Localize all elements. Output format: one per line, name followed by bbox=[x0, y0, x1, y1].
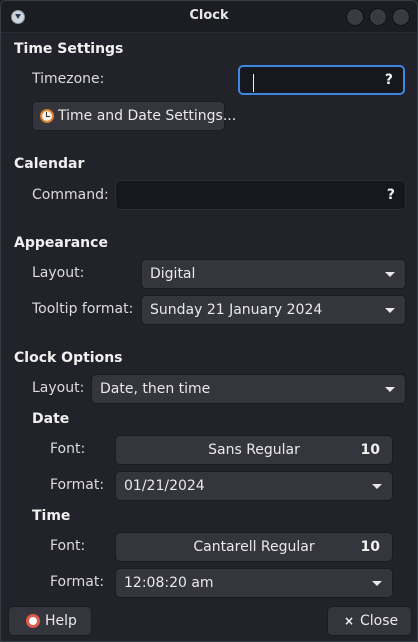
tooltip-format-label: Tooltip format: bbox=[32, 301, 134, 317]
close-button-label: Close bbox=[360, 613, 399, 629]
command-input[interactable]: ? bbox=[115, 180, 406, 210]
clock-options-heading: Clock Options bbox=[14, 350, 123, 366]
chevron-down-icon bbox=[385, 387, 395, 392]
text-caret bbox=[253, 74, 254, 92]
help-button-label: Help bbox=[45, 613, 77, 629]
help-lifebuoy-icon bbox=[26, 614, 40, 628]
clock-properties-dialog: Clock Time Settings Timezone: ? Time and… bbox=[0, 0, 418, 642]
chevron-down-icon bbox=[385, 308, 395, 313]
clock-icon bbox=[40, 109, 54, 123]
title-bar[interactable]: Clock bbox=[1, 1, 417, 33]
date-format-label: Format: bbox=[50, 477, 105, 493]
time-font-size: 10 bbox=[360, 539, 380, 555]
chevron-down-icon bbox=[385, 272, 395, 277]
minimize-button[interactable] bbox=[346, 8, 364, 26]
tooltip-format-value: Sunday 21 January 2024 bbox=[150, 302, 323, 318]
tooltip-format-dropdown[interactable]: Sunday 21 January 2024 bbox=[141, 295, 406, 325]
appearance-layout-dropdown[interactable]: Digital bbox=[141, 259, 406, 289]
time-format-dropdown[interactable]: 12:08:20 am bbox=[115, 568, 393, 598]
date-font-size: 10 bbox=[360, 442, 380, 458]
appearance-layout-value: Digital bbox=[150, 266, 196, 282]
time-font-button[interactable]: Cantarell Regular 10 bbox=[115, 532, 393, 562]
time-settings-heading: Time Settings bbox=[14, 41, 124, 57]
clock-layout-dropdown[interactable]: Date, then time bbox=[91, 374, 406, 404]
time-font-label: Font: bbox=[50, 538, 86, 554]
date-format-dropdown[interactable]: 01/21/2024 bbox=[115, 471, 393, 501]
date-font-button[interactable]: Sans Regular 10 bbox=[115, 435, 393, 465]
time-format-value: 12:08:20 am bbox=[124, 575, 214, 591]
close-button[interactable]: × Close bbox=[327, 606, 412, 636]
date-font-label: Font: bbox=[50, 441, 86, 457]
maximize-button[interactable] bbox=[369, 8, 387, 26]
timezone-label: Timezone: bbox=[32, 71, 105, 87]
time-font-name: Cantarell Regular bbox=[193, 539, 315, 555]
close-window-button[interactable] bbox=[392, 8, 410, 26]
time-and-date-settings-button[interactable]: Time and Date Settings... bbox=[32, 101, 236, 131]
clock-layout-label: Layout: bbox=[32, 380, 85, 396]
chevron-down-icon bbox=[372, 581, 382, 586]
command-label: Command: bbox=[32, 187, 109, 203]
help-button[interactable]: Help bbox=[8, 606, 92, 636]
appearance-heading: Appearance bbox=[14, 235, 108, 251]
calendar-heading: Calendar bbox=[14, 156, 85, 172]
timezone-help-icon[interactable]: ? bbox=[385, 72, 393, 88]
date-font-name: Sans Regular bbox=[208, 442, 300, 458]
time-format-label: Format: bbox=[50, 574, 105, 590]
command-help-icon[interactable]: ? bbox=[387, 187, 395, 203]
time-and-date-settings-label: Time and Date Settings... bbox=[58, 108, 237, 124]
close-icon: × bbox=[344, 614, 355, 628]
time-subheading: Time bbox=[32, 508, 71, 524]
date-subheading: Date bbox=[32, 411, 70, 427]
chevron-down-icon bbox=[372, 484, 382, 489]
timezone-input[interactable]: ? bbox=[238, 65, 405, 95]
date-format-value: 01/21/2024 bbox=[124, 478, 205, 494]
clock-layout-value: Date, then time bbox=[100, 381, 211, 397]
appearance-layout-label: Layout: bbox=[32, 265, 85, 281]
